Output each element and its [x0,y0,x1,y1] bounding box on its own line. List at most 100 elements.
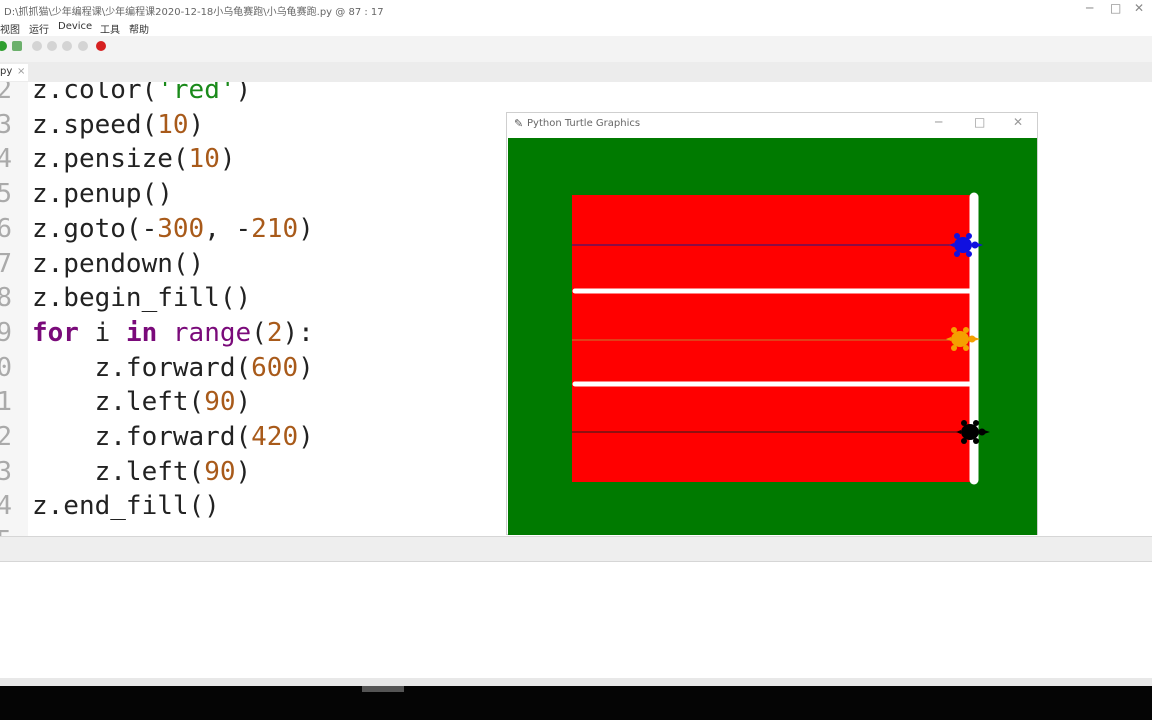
code-line[interactable]: z.begin_fill() [32,283,251,313]
code-token: for [32,317,79,348]
line-number: 5 [0,179,12,210]
code-line[interactable]: for i in range(2): [32,318,314,348]
tab-close-icon[interactable]: × [17,66,25,77]
code-line[interactable]: z.forward(420) [32,422,314,452]
close-button[interactable]: ✕ [1134,1,1144,15]
step-into-icon[interactable] [47,41,57,51]
minimize-button[interactable]: ─ [1086,1,1093,15]
code-token: ) [235,82,252,105]
menu-run[interactable]: 运行 [29,21,49,36]
code-token: range [172,317,252,348]
code-line[interactable]: z.left(90) [32,387,252,418]
step-out-icon[interactable] [62,41,72,51]
line-number: 9 [0,317,12,348]
line-number: 6 [0,213,12,244]
window-title: D:\抓抓猫\少年编程课\少年编程课2020-12-18小乌龟赛跑\小乌龟赛跑.… [4,7,384,18]
line-number: 5 [0,526,12,536]
code-token: ) [298,352,314,383]
turtle-window-title: Python Turtle Graphics [527,118,641,129]
step-over-icon[interactable] [32,41,42,51]
menu-device[interactable]: Device [58,21,92,32]
code-token: z.speed( [32,109,158,140]
turtle-canvas[interactable] [508,138,1037,535]
code-token: 300 [157,213,205,244]
feather-icon: ✎ [514,117,524,130]
horizontal-scrollbar[interactable] [362,686,404,692]
line-number: 1 [0,387,12,418]
code-token: z.left( [32,456,205,487]
code-token: ): [282,317,314,348]
code-line[interactable]: z.left(90) [32,456,252,487]
ide-title-bar: D:\抓抓猫\少年编程课\少年编程课2020-12-18小乌龟赛跑\小乌龟赛跑.… [0,0,1152,20]
turtle-minimize-button[interactable]: ─ [935,115,942,129]
code-token: z.end_fill() [32,491,220,522]
toolbar [0,36,1152,62]
menu-bar: 视图 运行 Device 工具 帮助 [0,20,1152,36]
line-number: 4 [0,491,12,522]
code-token: ) [298,422,314,452]
taskbar [0,686,1152,720]
code-token: z.pendown() [32,248,205,279]
line-number: 7 [0,248,12,279]
tab-label: py [0,66,13,77]
code-line[interactable]: z.speed(10) [32,110,204,140]
code-line[interactable]: z.pendown() [32,249,204,279]
line-number: 8 [0,283,12,314]
code-token: z.pensize( [32,144,189,175]
code-line[interactable]: z.forward(600) [32,353,314,383]
code-token: , - [204,213,252,244]
maximize-button[interactable]: □ [1110,1,1121,15]
code-token: 2 [266,317,283,348]
code-token: z.begin_fill() [32,283,252,314]
turtle-graphics-window[interactable]: ✎ Python Turtle Graphics ─ □ ✕ [506,112,1038,535]
code-token: ( [251,317,267,348]
code-token: 90 [204,387,236,418]
menu-view[interactable]: 视图 [0,21,20,36]
line-number: 4 [0,144,12,175]
code-token: 210 [251,213,299,244]
code-token: z.forward( [32,422,252,452]
code-token: in [125,317,158,348]
code-token: ) [298,213,314,244]
menu-help[interactable]: 帮助 [129,21,149,36]
code-line[interactable]: z.color('red') [32,82,251,105]
menu-tools[interactable]: 工具 [100,21,120,36]
turtle-close-button[interactable]: ✕ [1013,115,1023,129]
resume-icon[interactable] [78,41,88,51]
tab-strip [0,62,1152,83]
line-number: 2 [0,82,12,105]
stop-icon[interactable] [96,41,106,51]
code-token: ) [219,144,236,175]
tab-file[interactable]: py × [0,64,28,81]
code-token: z.left( [32,387,205,418]
code-token: ) [235,456,252,487]
code-token: 420 [251,422,299,452]
line-number: 0 [0,352,12,383]
code-token: z.forward( [32,352,252,383]
line-number: 3 [0,456,12,487]
code-token: z.color( [32,82,158,105]
status-bar [0,678,1152,686]
code-token: ) [188,109,205,140]
code-token: ) [235,387,252,418]
code-line[interactable]: z.end_fill() [32,491,220,521]
code-token: 10 [188,144,220,175]
code-token: z.penup() [32,179,173,210]
code-line[interactable]: z.pensize(10) [32,144,236,174]
line-number: 2 [0,422,12,452]
race-track [572,195,970,482]
code-token: 90 [204,456,236,487]
code-line[interactable]: z.goto(-300, -210) [32,214,314,244]
code-token: 'red' [157,82,236,105]
code-token: i [78,317,126,348]
debug-icon[interactable] [12,41,22,51]
code-token: 10 [157,109,189,140]
code-token: 600 [251,352,299,383]
code-line[interactable]: z.penup() [32,179,173,209]
shell-panel[interactable] [0,562,1152,678]
shell-divider[interactable] [0,536,1152,562]
turtle-maximize-button[interactable]: □ [974,115,985,129]
code-token: z.goto(- [32,213,158,244]
line-number: 3 [0,109,12,140]
